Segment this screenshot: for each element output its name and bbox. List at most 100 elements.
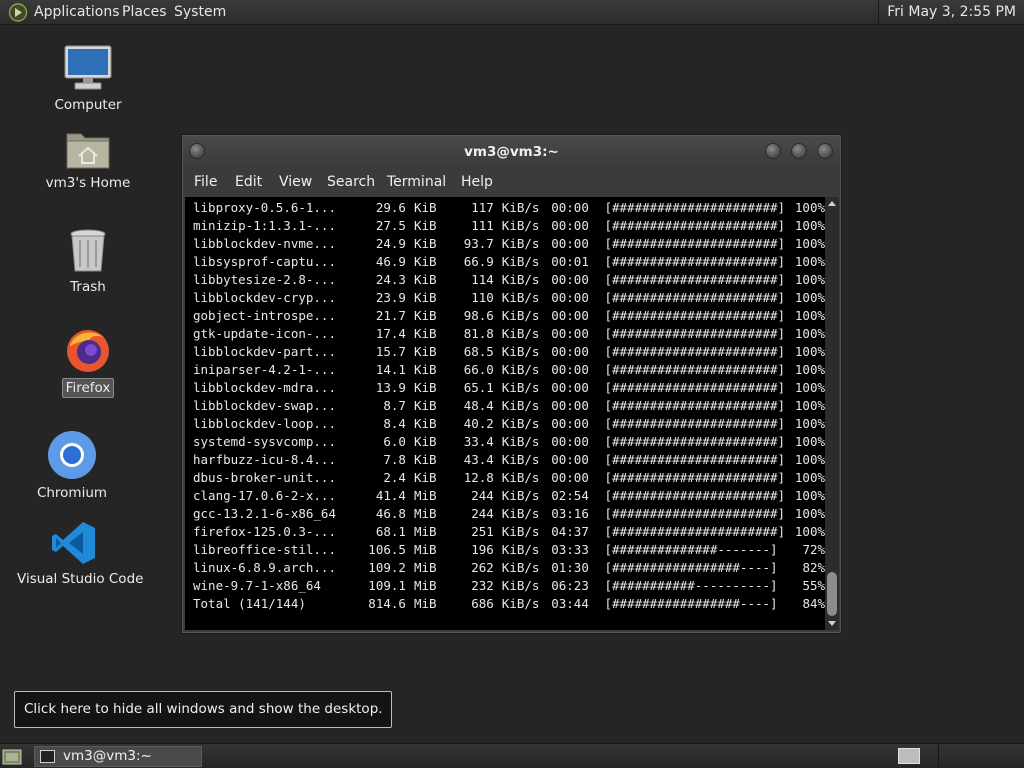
menu-places[interactable]: Places xyxy=(122,4,167,20)
terminal-cell-size: 17.4 xyxy=(375,326,406,341)
terminal-cell-name: libblockdev-nvme... xyxy=(193,236,336,251)
terminal-cell-bar: [######################] xyxy=(604,380,786,395)
menu-system[interactable]: System xyxy=(174,4,226,20)
terminal-cell-unit: KiB xyxy=(413,362,437,377)
desktop-icon-trash[interactable]: Trash xyxy=(28,228,148,296)
terminal-cell-rate-unit: KiB/s xyxy=(501,452,540,467)
terminal-cell-unit: MiB xyxy=(413,596,437,611)
taskbar-item-terminal[interactable]: vm3@vm3:~ xyxy=(34,746,202,767)
terminal-cell-name: wine-9.7-1-x86_64 xyxy=(193,578,321,593)
terminal-cell-size: 109.1 xyxy=(368,578,406,593)
terminal-cell-rate: 114 xyxy=(471,272,494,287)
terminal-cell-name: linux-6.8.9.arch... xyxy=(193,560,336,575)
terminal-cell-eta: 00:00 xyxy=(551,326,589,341)
terminal-cell-unit: KiB xyxy=(413,380,437,395)
terminal-cell-rate: 244 xyxy=(471,488,494,503)
terminal-cell-pct: 100% xyxy=(794,380,825,395)
terminal-line: Total (141/144) 814.6 MiB 686 KiB/s 03:44 [###… xyxy=(193,595,825,613)
terminal-cell-rate-unit: KiB/s xyxy=(501,488,540,503)
terminal-cell-size: 24.9 xyxy=(375,236,406,251)
scroll-down-arrow-icon[interactable] xyxy=(828,621,836,626)
scroll-up-arrow-icon[interactable] xyxy=(828,201,836,206)
terminal-cell-unit: KiB xyxy=(413,308,437,323)
terminal-cell-eta: 03:33 xyxy=(551,542,589,557)
terminal-cell-unit: MiB xyxy=(413,560,437,575)
terminal-cell-size: 814.6 xyxy=(368,596,406,611)
terminal-output[interactable]: libproxy-0.5.6-1... 29.6 KiB 117 KiB/s 00:00 [… xyxy=(185,197,825,630)
terminal-cell-rate-unit: KiB/s xyxy=(501,308,540,323)
terminal-cell-eta: 00:00 xyxy=(551,290,589,305)
desktop-icon-label: Firefox xyxy=(61,378,115,398)
terminal-cell-eta: 00:00 xyxy=(551,236,589,251)
terminal-line: harfbuzz-icu-8.4... 7.8 KiB 43.4 KiB/s 00:00 [… xyxy=(193,451,825,469)
terminal-cell-bar: [######################] xyxy=(604,434,786,449)
terminal-cell-bar: [######################] xyxy=(604,506,786,521)
terminal-cell-eta: 00:00 xyxy=(551,200,589,215)
menu-terminal[interactable]: Terminal xyxy=(387,174,446,190)
terminal-cell-eta: 00:00 xyxy=(551,434,589,449)
clock[interactable]: Fri May 3, 2:55 PM xyxy=(878,0,1024,25)
terminal-line: libbytesize-2.8-... 24.3 KiB 114 KiB/s 00:00 [… xyxy=(193,271,825,289)
terminal-cell-rate-unit: KiB/s xyxy=(501,524,540,539)
desktop-icon-computer[interactable]: Computer xyxy=(28,44,148,114)
terminal-cell-eta: 00:00 xyxy=(551,344,589,359)
terminal-cell-bar: [##############-------] xyxy=(604,542,778,557)
computer-icon xyxy=(64,45,112,90)
terminal-cell-bar: [######################] xyxy=(604,290,786,305)
terminal-cell-eta: 00:00 xyxy=(551,218,589,233)
desktop-icon-vscode[interactable]: Visual Studio Code xyxy=(14,520,143,588)
terminal-cell-name: gcc-13.2.1-6-x86_64 xyxy=(193,506,336,521)
terminal-cell-rate-unit: KiB/s xyxy=(501,398,540,413)
menu-help[interactable]: Help xyxy=(461,174,493,190)
show-desktop-icon[interactable] xyxy=(2,747,24,767)
close-button[interactable] xyxy=(817,143,833,159)
menu-view[interactable]: View xyxy=(279,174,312,190)
terminal-cell-eta: 00:00 xyxy=(551,416,589,431)
terminal-cell-rate: 244 xyxy=(471,506,494,521)
applications-logo-icon[interactable] xyxy=(8,3,28,22)
desktop-icon-chromium[interactable]: Chromium xyxy=(12,430,132,502)
desktop-icon-label: vm3's Home xyxy=(45,175,131,191)
terminal-cell-rate-unit: KiB/s xyxy=(501,470,540,485)
terminal-cell-size: 68.1 xyxy=(375,524,406,539)
terminal-cell-rate: 40.2 xyxy=(463,416,494,431)
show-desktop-tooltip: Click here to hide all windows and show … xyxy=(14,691,392,728)
terminal-cell-pct: 55% xyxy=(802,578,825,593)
terminal-cell-pct: 82% xyxy=(802,560,825,575)
terminal-cell-unit: KiB xyxy=(413,236,437,251)
terminal-cell-name: libbytesize-2.8-... xyxy=(193,272,336,287)
chromium-icon xyxy=(48,431,96,479)
terminal-cell-bar: [######################] xyxy=(604,362,786,377)
terminal-cell-pct: 100% xyxy=(794,488,825,503)
terminal-scrollbar[interactable] xyxy=(825,197,839,630)
terminal-window[interactable]: vm3@vm3:~ File Edit View Search Terminal… xyxy=(182,135,841,633)
terminal-line: minizip-1:1.3.1-... 27.5 KiB 111 KiB/s 00:00 [… xyxy=(193,217,825,235)
desktop-icon-firefox[interactable]: Firefox xyxy=(28,326,148,398)
terminal-cell-name: harfbuzz-icu-8.4... xyxy=(193,452,336,467)
terminal-titlebar[interactable]: vm3@vm3:~ xyxy=(183,136,840,168)
terminal-cell-eta: 00:00 xyxy=(551,308,589,323)
menu-search[interactable]: Search xyxy=(327,174,375,190)
menu-file[interactable]: File xyxy=(194,174,217,190)
terminal-line: gobject-introspe... 21.7 KiB 98.6 KiB/s 00:00… xyxy=(193,307,825,325)
terminal-cell-rate: 251 xyxy=(471,524,494,539)
workspace-switcher[interactable] xyxy=(898,748,920,764)
terminal-cell-eta: 00:00 xyxy=(551,362,589,377)
desktop-icon-label: Trash xyxy=(70,279,106,295)
terminal-cell-rate: 262 xyxy=(471,560,494,575)
scrollbar-thumb[interactable] xyxy=(827,572,837,616)
terminal-cell-name: Total (141/144) xyxy=(193,596,306,611)
panel-divider xyxy=(938,744,939,768)
maximize-button[interactable] xyxy=(791,143,807,159)
terminal-cell-rate: 232 xyxy=(471,578,494,593)
terminal-cell-rate-unit: KiB/s xyxy=(501,542,540,557)
terminal-cell-unit: KiB xyxy=(413,326,437,341)
minimize-button[interactable] xyxy=(765,143,781,159)
menu-edit[interactable]: Edit xyxy=(235,174,262,190)
terminal-cell-rate: 686 xyxy=(471,596,494,611)
terminal-cell-pct: 100% xyxy=(794,344,825,359)
terminal-cell-rate-unit: KiB/s xyxy=(501,506,540,521)
desktop-icon-home[interactable]: vm3's Home xyxy=(28,128,148,192)
menu-applications[interactable]: Applications xyxy=(34,4,120,20)
terminal-cell-name: firefox-125.0.3-... xyxy=(193,524,336,539)
